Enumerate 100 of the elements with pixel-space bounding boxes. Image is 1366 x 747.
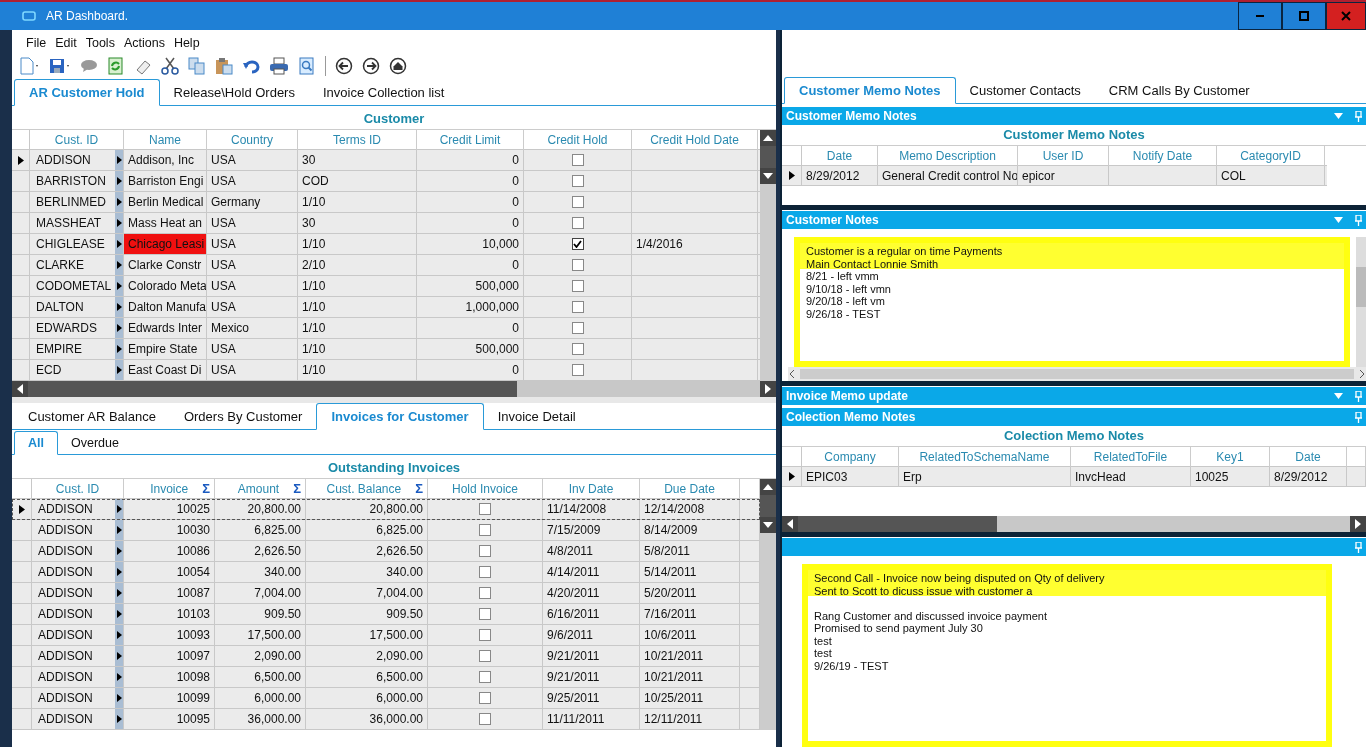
menu-item[interactable]: Help <box>173 36 200 50</box>
panel-header[interactable]: Customer Notes <box>782 211 1366 229</box>
pin-icon[interactable] <box>1355 411 1362 423</box>
checkbox[interactable] <box>479 629 491 641</box>
cut-icon[interactable] <box>161 57 179 75</box>
horizontal-scrollbar[interactable] <box>782 516 1366 532</box>
scroll-down-icon[interactable] <box>760 168 776 184</box>
vertical-scrollbar[interactable] <box>760 479 776 730</box>
scroll-down-icon[interactable] <box>760 517 776 533</box>
forward-icon[interactable] <box>362 57 380 75</box>
scroll-thumb[interactable] <box>28 381 517 397</box>
pin-icon[interactable] <box>1355 214 1362 226</box>
vertical-scrollbar[interactable] <box>1356 237 1366 367</box>
menu-item[interactable]: Tools <box>85 36 115 50</box>
panel-header[interactable]: Customer Memo Notes <box>782 107 1366 125</box>
drilldown-button[interactable] <box>115 192 123 212</box>
menu-item[interactable]: Edit <box>55 36 77 50</box>
checkbox[interactable] <box>479 692 491 704</box>
maximize-button[interactable] <box>1282 2 1326 30</box>
pin-icon[interactable] <box>1355 390 1362 402</box>
comment-icon[interactable] <box>80 57 98 75</box>
drilldown-button[interactable] <box>115 360 123 380</box>
drilldown-button[interactable] <box>115 150 123 170</box>
home-icon[interactable] <box>389 57 407 75</box>
notes-field[interactable]: Customer is a regular on time Payments Main Contact Lonnie Smith 8/21 - left vmm 9/10/18 - left vmn 9/20/18 - left vm 9/26/18 - TEST <box>794 237 1350 367</box>
tab[interactable]: All <box>14 431 58 455</box>
checkbox[interactable] <box>571 238 584 250</box>
scroll-left-icon[interactable] <box>782 516 798 532</box>
checkbox[interactable] <box>571 364 584 376</box>
copy-icon[interactable] <box>188 57 206 75</box>
checkbox[interactable] <box>479 713 491 725</box>
checkbox[interactable] <box>479 503 491 515</box>
drilldown-button[interactable] <box>115 688 123 708</box>
vertical-scrollbar[interactable] <box>760 130 776 381</box>
pin-icon[interactable] <box>1355 541 1362 553</box>
drilldown-button[interactable] <box>115 318 123 338</box>
tab[interactable]: Release\Hold Orders <box>159 80 309 105</box>
save-icon[interactable] <box>49 57 71 75</box>
scroll-right-icon[interactable] <box>1350 516 1366 532</box>
drilldown-button[interactable] <box>115 171 123 191</box>
checkbox[interactable] <box>571 154 584 166</box>
print-icon[interactable] <box>269 57 289 75</box>
scroll-up-icon[interactable] <box>760 479 776 495</box>
scroll-thumb[interactable] <box>760 146 776 168</box>
checkbox[interactable] <box>571 322 584 334</box>
drilldown-button[interactable] <box>115 667 123 687</box>
scroll-thumb[interactable] <box>798 516 997 532</box>
drilldown-button[interactable] <box>115 646 123 666</box>
pin-icon[interactable] <box>1355 110 1362 122</box>
drilldown-button[interactable] <box>115 562 123 582</box>
checkbox[interactable] <box>571 217 584 229</box>
checkbox[interactable] <box>571 301 584 313</box>
tab[interactable]: Customer Memo Notes <box>784 77 956 104</box>
drilldown-button[interactable] <box>115 339 123 359</box>
tab[interactable]: Invoice Detail <box>483 404 590 429</box>
panel-header[interactable]: Colection Memo Notes <box>782 408 1366 426</box>
checkbox[interactable] <box>571 343 584 355</box>
checkbox[interactable] <box>479 608 491 620</box>
checkbox[interactable] <box>479 524 491 536</box>
checkbox[interactable] <box>571 175 584 187</box>
notes-field[interactable]: Second Call - Invoice now being disputed on Qty of delivery Sent to Scott to dicuss issue with customer a Rang Customer and discussed invoice payment Promised to send payment July 30 test test 9/26/19 - TEST <box>802 564 1332 747</box>
tab[interactable]: Customer Contacts <box>955 78 1095 103</box>
tab[interactable]: AR Customer Hold <box>14 79 160 106</box>
dropdown-icon[interactable] <box>1334 393 1343 399</box>
drilldown-button[interactable] <box>115 541 123 561</box>
drilldown-button[interactable] <box>115 499 123 519</box>
checkbox[interactable] <box>479 545 491 557</box>
dropdown-icon[interactable] <box>1334 217 1343 223</box>
scroll-thumb[interactable] <box>760 495 776 517</box>
new-document-icon[interactable] <box>18 57 40 75</box>
drilldown-button[interactable] <box>115 709 123 729</box>
drilldown-button[interactable] <box>115 297 123 317</box>
scroll-left-icon[interactable] <box>12 381 28 397</box>
close-button[interactable] <box>1326 2 1366 30</box>
tab[interactable]: Overdue <box>58 432 132 454</box>
scroll-left-icon[interactable] <box>788 369 796 379</box>
tab[interactable]: Orders By Customer <box>169 404 317 429</box>
horizontal-scrollbar[interactable] <box>788 367 1366 381</box>
tab[interactable]: Invoice Collection list <box>308 80 459 105</box>
dropdown-icon[interactable] <box>1334 113 1343 119</box>
scroll-thumb[interactable] <box>800 369 1354 379</box>
drilldown-button[interactable] <box>115 234 123 254</box>
scroll-right-icon[interactable] <box>760 381 776 397</box>
refresh-icon[interactable] <box>107 57 125 75</box>
checkbox[interactable] <box>571 280 584 292</box>
horizontal-scrollbar[interactable] <box>12 381 776 397</box>
tab[interactable]: CRM Calls By Customer <box>1094 78 1264 103</box>
menu-item[interactable]: Actions <box>123 36 165 50</box>
minimize-button[interactable] <box>1238 2 1282 30</box>
checkbox[interactable] <box>479 671 491 683</box>
scroll-right-icon[interactable] <box>1358 369 1366 379</box>
drilldown-button[interactable] <box>115 276 123 296</box>
drilldown-button[interactable] <box>115 520 123 540</box>
back-icon[interactable] <box>335 57 353 75</box>
drilldown-button[interactable] <box>115 213 123 233</box>
menu-item[interactable]: File <box>26 36 47 50</box>
checkbox[interactable] <box>571 259 584 271</box>
paste-icon[interactable] <box>215 57 233 75</box>
drilldown-button[interactable] <box>115 625 123 645</box>
drilldown-button[interactable] <box>115 604 123 624</box>
